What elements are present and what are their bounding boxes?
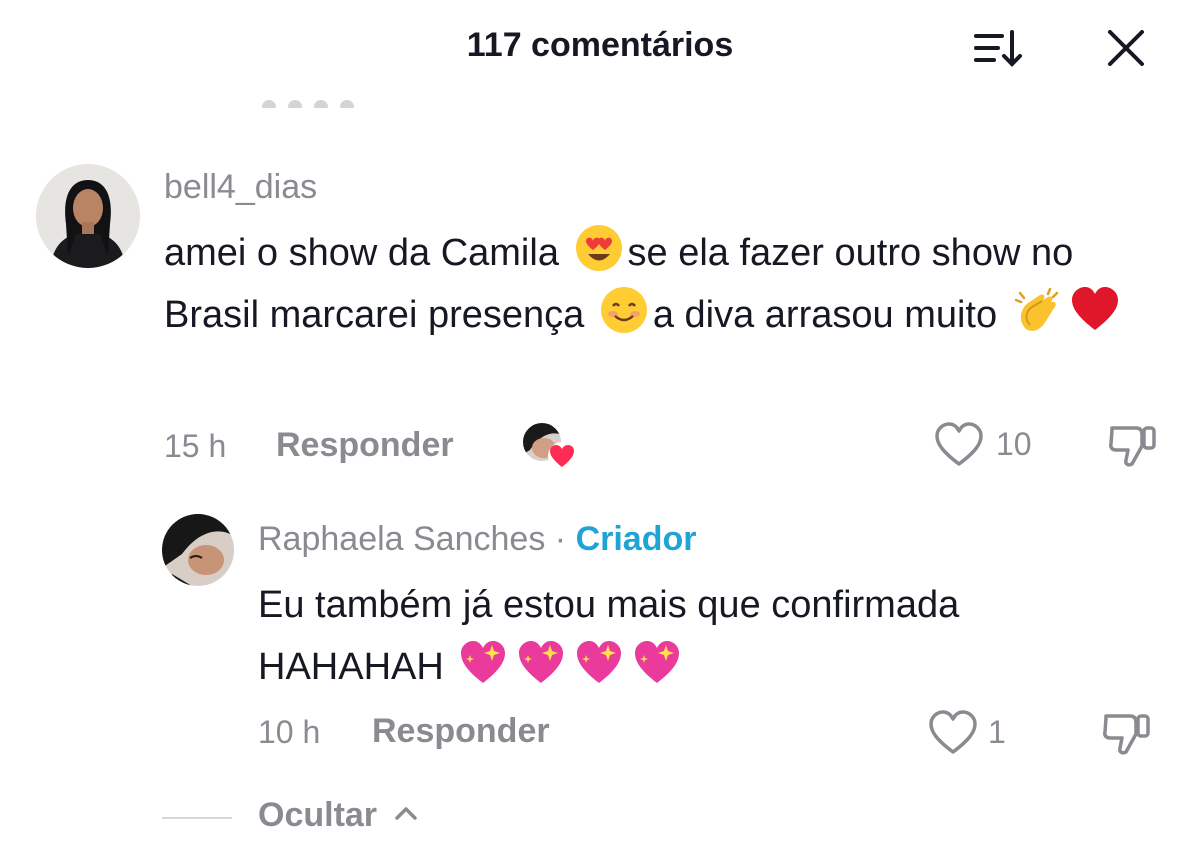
close-button[interactable]: [1100, 24, 1152, 72]
reply-like-count: 1: [988, 714, 1006, 750]
red-heart-emoji: [1070, 285, 1120, 335]
sparkling-heart-emoji: [632, 637, 682, 687]
reply-timestamp: 10 h: [258, 714, 321, 750]
previous-comment-cutoff: [262, 96, 372, 108]
sparkling-heart-emoji: [458, 637, 508, 687]
sort-icon: [974, 30, 1022, 67]
sort-button[interactable]: [968, 24, 1028, 72]
heart-outline-icon: [935, 422, 983, 466]
reply-dislike-button[interactable]: [1100, 706, 1154, 760]
separator-dot: ·: [554, 520, 567, 558]
close-icon: [1108, 30, 1144, 66]
comment-username[interactable]: bell4_dias: [164, 168, 317, 207]
reply-like-button[interactable]: 1: [928, 708, 1018, 758]
reply-button[interactable]: Responder: [372, 712, 550, 751]
chevron-up-icon: [394, 807, 417, 820]
comment-timestamp: 15 h: [164, 428, 227, 464]
clapping-hands-emoji: [1012, 285, 1062, 335]
hide-replies-button[interactable]: Ocultar: [258, 796, 419, 835]
dislike-button[interactable]: [1106, 418, 1160, 472]
like-count: 10: [996, 426, 1032, 462]
sparkling-heart-emoji: [574, 637, 624, 687]
comments-sheet: 117 comentários bell4_dias amei o show d…: [0, 0, 1200, 863]
liked-heart-icon: [548, 442, 576, 470]
like-button[interactable]: 10: [934, 420, 1044, 470]
hide-replies-label: Ocultar: [258, 796, 378, 834]
creator-avatar-icon: [521, 421, 576, 470]
comment-text: amei o show da Camila se ela fazer outro…: [164, 222, 1124, 346]
sparkling-heart-emoji: [516, 637, 566, 687]
thread-divider: [162, 817, 232, 819]
reply-text: Eu também já estou mais que confirmada H…: [258, 574, 1138, 698]
thumbs-down-icon: [1103, 714, 1150, 755]
heart-eyes-emoji: [574, 223, 624, 273]
thumbs-down-icon: [1109, 426, 1156, 467]
heart-outline-icon: [929, 710, 977, 754]
reply-button[interactable]: Responder: [276, 426, 454, 465]
comments-header: 117 comentários: [0, 0, 1200, 92]
avatar[interactable]: [36, 164, 140, 268]
reply-avatar[interactable]: [162, 514, 234, 586]
creator-liked-badge: [520, 420, 576, 472]
reply-username[interactable]: Raphaela Sanches: [258, 520, 545, 558]
smiling-face-emoji: [599, 285, 649, 335]
reply-username-row: Raphaela Sanches · Criador: [258, 520, 696, 559]
comment-text-part: a diva arrasou muito: [652, 294, 1008, 336]
comment-text-part: amei o show da Camila: [164, 232, 570, 274]
creator-badge: Criador: [575, 520, 697, 558]
